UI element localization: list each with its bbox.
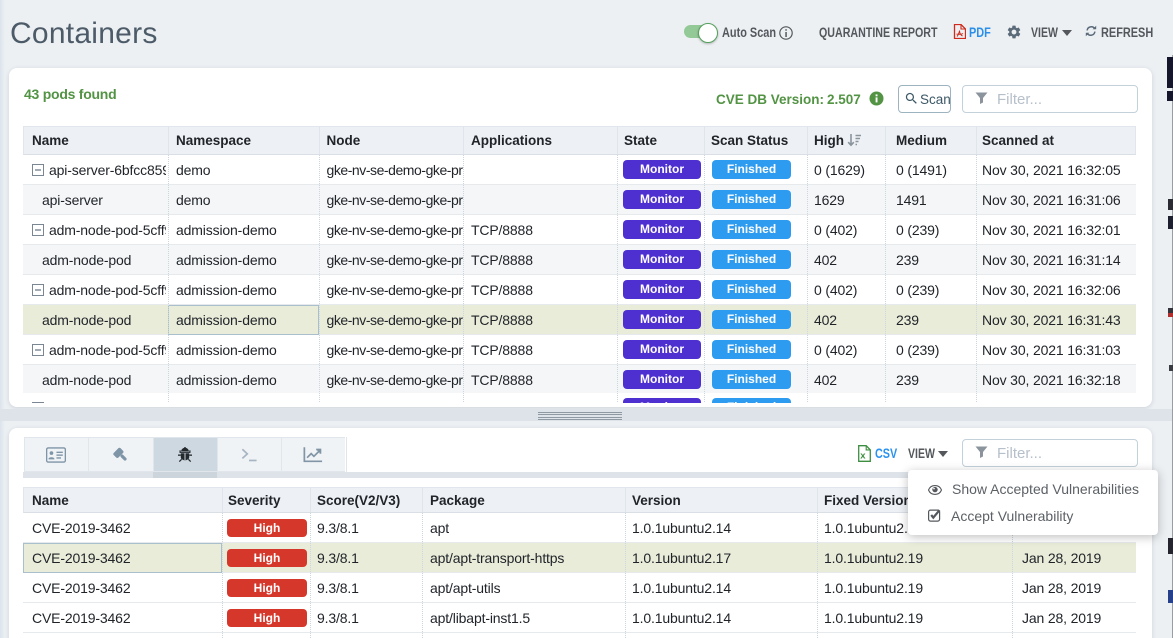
svg-text:x: x	[860, 450, 866, 461]
